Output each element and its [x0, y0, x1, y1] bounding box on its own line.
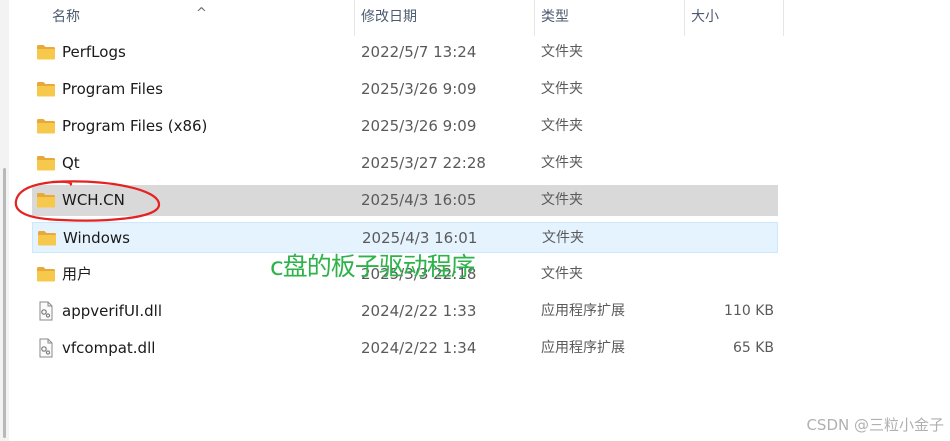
- annotation-label: c盘的板子驱动程序: [270, 252, 476, 281]
- file-row[interactable]: Program Files 2025/3/26 9:09 文件夹: [32, 74, 778, 105]
- column-header-modified[interactable]: 修改日期: [354, 0, 534, 36]
- file-size: [654, 259, 774, 290]
- file-type: 文件夹: [541, 266, 583, 282]
- file-type: 应用程序扩展: [541, 340, 625, 356]
- file-name: Qt: [62, 154, 80, 172]
- file-size: [654, 111, 774, 142]
- folder-icon: [37, 229, 57, 247]
- file-type: 文件夹: [541, 192, 583, 208]
- column-header-modified-label: 修改日期: [361, 9, 417, 25]
- file-type: 文件夹: [541, 118, 583, 134]
- file-type: 应用程序扩展: [541, 303, 625, 319]
- file-name: appverifUI.dll: [62, 302, 162, 320]
- file-name: PerfLogs: [62, 43, 126, 61]
- folder-icon: [36, 43, 56, 61]
- file-name: 用户: [62, 265, 93, 283]
- column-header-size-label: 大小: [691, 9, 719, 25]
- file-modified: 2024/2/22 1:34: [361, 339, 477, 357]
- file-size: 65 KB: [732, 340, 774, 356]
- file-modified: 2025/3/26 9:09: [361, 117, 477, 135]
- column-header-type-label: 类型: [541, 9, 569, 25]
- file-size: [654, 37, 774, 68]
- file-type: 文件夹: [542, 230, 584, 246]
- file-size: [654, 185, 774, 216]
- file-name: Program Files: [62, 80, 163, 98]
- column-header-name-label: 名称: [52, 9, 80, 25]
- column-header-size[interactable]: 大小: [684, 0, 784, 36]
- file-size: [653, 223, 773, 254]
- sort-ascending-icon: ^: [196, 6, 207, 21]
- file-row[interactable]: vfcompat.dll 2024/2/22 1:34 应用程序扩展 65 KB: [32, 333, 778, 364]
- file-size: 110 KB: [724, 303, 774, 319]
- dll-file-icon: [36, 301, 56, 321]
- file-size: [654, 148, 774, 179]
- column-header-row: 名称 ^ 修改日期 类型 大小: [32, 0, 784, 36]
- file-row[interactable]: Qt 2025/3/27 22:28 文件夹: [32, 148, 778, 179]
- file-type: 文件夹: [541, 81, 583, 97]
- file-modified: 2025/4/3 16:05: [361, 191, 477, 209]
- file-name: Program Files (x86): [62, 117, 208, 135]
- file-size: [654, 74, 774, 105]
- folder-icon: [36, 117, 56, 135]
- folder-icon: [36, 154, 56, 172]
- scrollbar-thumb[interactable]: [3, 168, 6, 438]
- file-modified: 2025/3/27 22:28: [361, 154, 486, 172]
- file-type: 文件夹: [541, 44, 583, 60]
- folder-icon: [36, 80, 56, 98]
- folder-icon: [36, 265, 56, 283]
- file-row[interactable]: PerfLogs 2022/5/7 13:24 文件夹: [32, 37, 778, 68]
- column-header-type[interactable]: 类型: [534, 0, 684, 36]
- file-name: vfcompat.dll: [62, 339, 156, 357]
- red-circle-annotation: [14, 180, 161, 222]
- watermark: CSDN @三粒小金子: [806, 416, 944, 434]
- file-modified: 2022/5/7 13:24: [361, 43, 477, 61]
- dll-file-icon: [36, 338, 56, 358]
- file-row[interactable]: appverifUI.dll 2024/2/22 1:33 应用程序扩展 110 KB: [32, 296, 778, 327]
- file-type: 文件夹: [541, 155, 583, 171]
- file-row[interactable]: Program Files (x86) 2025/3/26 9:09 文件夹: [32, 111, 778, 142]
- file-modified: 2025/3/26 9:09: [361, 80, 477, 98]
- file-name: Windows: [63, 229, 130, 247]
- column-divider: [783, 0, 784, 36]
- file-modified: 2024/2/22 1:33: [361, 302, 477, 320]
- column-header-name[interactable]: 名称 ^: [32, 0, 354, 36]
